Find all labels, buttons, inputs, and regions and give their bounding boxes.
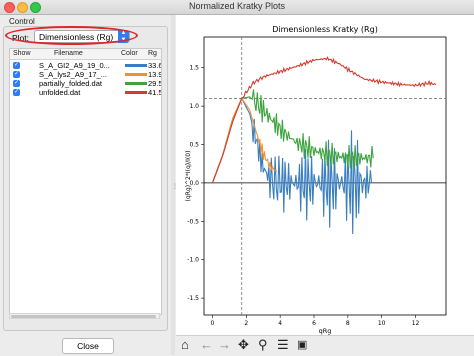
rg-cell: 13.9 — [148, 70, 161, 79]
highlight-ellipse — [5, 26, 138, 45]
color-swatch[interactable] — [125, 91, 147, 94]
plot-canvas[interactable]: Dimensionless Kratky (Rg) qRg (qRg)^2*I(q)… — [176, 15, 474, 335]
x-tick-label: 12 — [412, 320, 420, 327]
rg-cell: 41.5 — [148, 88, 161, 97]
column-header-color[interactable]: Color — [121, 50, 138, 57]
control-group-label: Control — [9, 17, 35, 26]
file-table: Show Filename Color Rg ✓ S_A_GI2_A9_19_0.… — [9, 48, 162, 315]
color-swatch[interactable] — [125, 64, 147, 67]
x-tick-label: 8 — [346, 320, 350, 327]
x-tick-label: 0 — [211, 320, 215, 327]
table-row[interactable]: ✓ S_A_GI2_A9_19_0... 33.6 — [10, 61, 161, 70]
plot-toolbar: ⌂ ← → ✥ ⚲ ☰ ▣ — [176, 335, 474, 356]
x-tick-label: 10 — [378, 320, 386, 327]
y-tick-label: 1.5 — [189, 65, 199, 72]
table-header: Show Filename Color Rg — [10, 49, 161, 60]
configure-icon[interactable]: ☰ — [277, 338, 289, 352]
y-tick-label: 1.0 — [189, 103, 199, 110]
title-bar: Normalized Kratky Plots — [0, 0, 474, 15]
table-row[interactable]: ✓ unfolded.dat 41.5 — [10, 88, 161, 97]
table-horizontal-scrollbar[interactable] — [9, 313, 160, 319]
x-tick-label: 6 — [312, 320, 316, 327]
filename-cell: partially_folded.dat — [39, 79, 102, 88]
show-checkbox[interactable]: ✓ — [13, 89, 20, 96]
show-checkbox[interactable]: ✓ — [13, 62, 20, 69]
color-swatch[interactable] — [125, 82, 147, 85]
filename-cell: S_A_lys2_A9_17_... — [39, 70, 107, 79]
y-tick-label: -0.5 — [187, 218, 199, 225]
show-checkbox[interactable]: ✓ — [13, 71, 20, 78]
x-axis-label: qRg — [319, 327, 332, 335]
y-tick-label: 0.0 — [189, 180, 199, 187]
back-icon[interactable]: ← — [200, 338, 213, 352]
column-header-show[interactable]: Show — [13, 50, 31, 57]
table-row[interactable]: ✓ partially_folded.dat 29.5 — [10, 79, 161, 88]
x-tick-label: 4 — [278, 320, 282, 327]
table-row[interactable]: ✓ S_A_lys2_A9_17_... 13.9 — [10, 70, 161, 79]
home-icon[interactable]: ⌂ — [181, 338, 189, 352]
filename-cell: unfolded.dat — [39, 88, 81, 97]
rg-cell: 29.5 — [148, 79, 161, 88]
save-icon[interactable]: ▣ — [297, 338, 307, 352]
show-checkbox[interactable]: ✓ — [13, 80, 20, 87]
chart-title: Dimensionless Kratky (Rg) — [272, 25, 378, 34]
pan-icon[interactable]: ✥ — [238, 338, 249, 352]
y-axis-label: (qRg)^2*I(q)/I(0) — [185, 151, 192, 202]
y-tick-label: -1.5 — [187, 295, 199, 302]
rg-cell: 33.6 — [148, 61, 161, 70]
scrollbar-thumb[interactable] — [11, 315, 156, 318]
filename-cell: S_A_GI2_A9_19_0... — [39, 61, 110, 70]
zoom-icon[interactable]: ⚲ — [258, 338, 268, 352]
kratky-chart: Dimensionless Kratky (Rg) qRg (qRg)^2*I(q)… — [185, 25, 447, 335]
column-header-filename[interactable]: Filename — [54, 50, 83, 57]
window-title: Normalized Kratky Plots — [188, 1, 286, 11]
x-tick-label: 2 — [244, 320, 248, 327]
forward-icon[interactable]: → — [218, 338, 231, 352]
y-tick-label: -1.0 — [187, 257, 199, 264]
y-tick-label: 0.5 — [189, 142, 199, 149]
color-swatch[interactable] — [125, 73, 147, 76]
column-header-rg[interactable]: Rg — [148, 50, 157, 57]
close-button[interactable]: Close — [62, 338, 114, 354]
